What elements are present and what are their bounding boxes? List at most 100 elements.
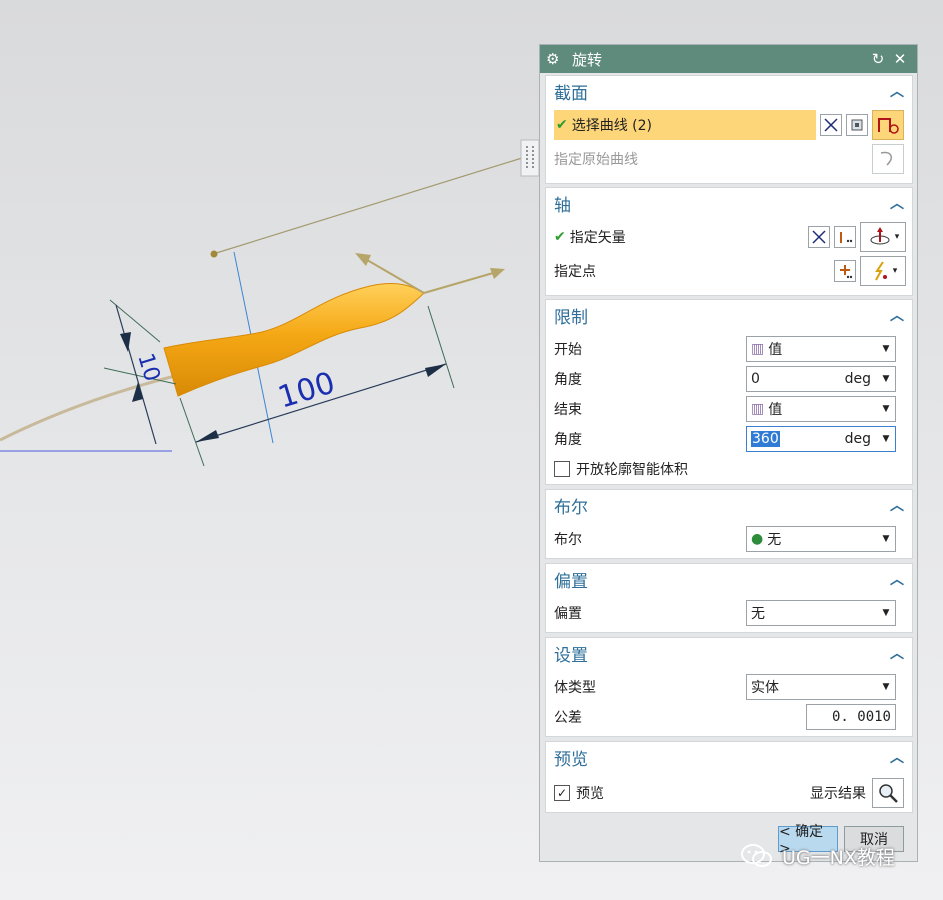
axis-arrow-head-2-icon[interactable]: [355, 253, 371, 266]
chevron-up-icon[interactable]: ︿: [890, 569, 904, 589]
start-label: 开始: [554, 342, 582, 358]
axis-header[interactable]: 轴 ︿: [546, 188, 912, 218]
section-header[interactable]: 截面 ︿: [546, 76, 912, 106]
watermark: UG一NX教程: [740, 842, 895, 870]
start-type-value: 值: [768, 342, 783, 358]
end-angle-label: 角度: [554, 432, 582, 448]
construction-line: [212, 157, 523, 255]
settings-title: 设置: [554, 645, 588, 666]
origin-curve-icon[interactable]: [872, 144, 904, 174]
dialog-titlebar[interactable]: ⚙ 旋转 ↻ ✕: [540, 45, 917, 73]
axis-section: 轴 ︿ ✔ 指定矢量 ▾ 指定点 ▾: [545, 187, 913, 296]
open-profile-checkbox[interactable]: [554, 461, 570, 477]
end-label: 结束: [554, 402, 582, 418]
show-result-icon[interactable]: [872, 778, 904, 808]
reverse-direction-icon[interactable]: [808, 226, 830, 248]
preview-checkbox[interactable]: ✓: [554, 785, 570, 801]
specify-vector-label: 指定矢量: [569, 230, 626, 246]
boolean-value: 无: [767, 532, 782, 548]
tolerance-row: 公差 0. 0010: [554, 702, 904, 732]
dim-arrow-right-icon: [425, 364, 446, 377]
reset-icon[interactable]: ↻: [867, 50, 889, 68]
construction-point[interactable]: [210, 250, 218, 258]
dropdown-arrow-icon: ▼: [882, 534, 890, 544]
inferred-vector-dropdown[interactable]: ▾: [860, 222, 906, 252]
chevron-up-icon[interactable]: ︿: [890, 193, 904, 213]
select-curve-label: 选择曲线 (2): [571, 118, 653, 134]
settings-section: 设置 ︿ 体类型 实体 ▼ 公差 0. 0010: [545, 637, 913, 737]
body-type-row: 体类型 实体 ▼: [554, 672, 904, 702]
dialog-grip-handle[interactable]: [520, 139, 540, 177]
boolean-header[interactable]: 布尔 ︿: [546, 490, 912, 520]
limits-title: 限制: [554, 307, 588, 328]
start-angle-input[interactable]: 0 deg ▼: [746, 366, 896, 392]
curve-rule-icon[interactable]: [820, 114, 842, 136]
chevron-up-icon[interactable]: ︿: [890, 747, 904, 767]
chevron-up-icon[interactable]: ︿: [890, 495, 904, 515]
body-type-label: 体类型: [554, 680, 596, 696]
offset-header[interactable]: 偏置 ︿: [546, 564, 912, 594]
boolean-row: 布尔 ● 无 ▼: [554, 524, 904, 554]
body-type-value: 实体: [751, 680, 779, 696]
end-angle-value: 360: [751, 431, 780, 447]
chevron-up-icon[interactable]: ︿: [890, 81, 904, 101]
start-type-select[interactable]: ▥ 值 ▼: [746, 336, 896, 362]
preview-row: ✓ 预览 显示结果: [554, 778, 904, 808]
preview-header[interactable]: 预览 ︿: [546, 742, 912, 772]
specify-point-row[interactable]: 指定点 ▾: [554, 256, 906, 286]
select-curve-row[interactable]: ✔ 选择曲线 (2): [554, 110, 904, 140]
preview-section: 预览 ︿ ✓ 预览 显示结果: [545, 741, 913, 813]
dialog-title: 旋转: [572, 50, 603, 69]
dropdown-arrow-icon[interactable]: ▼: [881, 434, 891, 444]
boolean-select[interactable]: ● 无 ▼: [746, 526, 896, 552]
value-type-icon: ▥: [751, 401, 765, 417]
dim-arrow-left-icon: [196, 430, 219, 442]
chevron-up-icon[interactable]: ︿: [890, 305, 904, 325]
offset-row: 偏置 无 ▼: [554, 598, 904, 628]
sketch-section-icon[interactable]: [846, 114, 868, 136]
watermark-text: UG一NX教程: [782, 846, 895, 869]
limits-header[interactable]: 限制 ︿: [546, 300, 912, 330]
body-type-select[interactable]: 实体 ▼: [746, 674, 896, 700]
offset-label: 偏置: [554, 606, 582, 622]
dim-length-text[interactable]: 100: [274, 365, 339, 415]
end-row: 结束 ▥ 值 ▼: [554, 394, 904, 424]
offset-title: 偏置: [554, 571, 588, 592]
close-icon[interactable]: ✕: [889, 50, 911, 68]
vector-dialog-icon[interactable]: [834, 226, 856, 248]
axis-arrow-head-icon[interactable]: [490, 268, 505, 279]
end-angle-input[interactable]: 360 deg ▼: [746, 426, 896, 452]
end-type-select[interactable]: ▥ 值 ▼: [746, 396, 896, 422]
open-profile-row[interactable]: 开放轮廓智能体积: [554, 454, 904, 484]
start-angle-label: 角度: [554, 372, 582, 388]
end-type-value: 值: [768, 402, 783, 418]
settings-header[interactable]: 设置 ︿: [546, 638, 912, 668]
guide-curve: [0, 374, 176, 442]
offset-value: 无: [751, 606, 765, 622]
chevron-up-icon[interactable]: ︿: [890, 643, 904, 663]
curve-select-icon[interactable]: [872, 110, 904, 140]
point-dialog-icon[interactable]: [834, 260, 856, 282]
show-result-label: 显示结果: [810, 786, 866, 802]
preview-label: 预览: [576, 786, 604, 802]
specify-vector-row[interactable]: ✔ 指定矢量 ▾: [554, 222, 906, 252]
dim-extension-line-1: [179, 397, 205, 467]
end-angle-value-wrap: 360: [751, 431, 845, 447]
offset-select[interactable]: 无 ▼: [746, 600, 896, 626]
specify-point-label: 指定点: [554, 264, 596, 280]
dropdown-arrow-icon: ▼: [882, 404, 890, 414]
inferred-point-dropdown[interactable]: ▾: [860, 256, 906, 286]
offset-section: 偏置 ︿ 偏置 无 ▼: [545, 563, 913, 633]
start-angle-unit: deg: [844, 371, 871, 387]
tolerance-input[interactable]: 0. 0010: [806, 704, 896, 730]
dropdown-arrow-icon[interactable]: ▼: [881, 374, 891, 384]
select-curve-highlight[interactable]: ✔ 选择曲线 (2): [554, 110, 816, 140]
gear-icon[interactable]: ⚙: [546, 50, 566, 68]
boolean-section: 布尔 ︿ 布尔 ● 无 ▼: [545, 489, 913, 559]
section-title: 截面: [554, 83, 588, 104]
value-type-icon: ▥: [751, 341, 765, 357]
start-row: 开始 ▥ 值 ▼: [554, 334, 904, 364]
dropdown-arrow-icon: ▼: [882, 682, 890, 692]
dim-extension-line-3: [109, 299, 161, 343]
origin-curve-row[interactable]: 指定原始曲线: [554, 144, 904, 174]
